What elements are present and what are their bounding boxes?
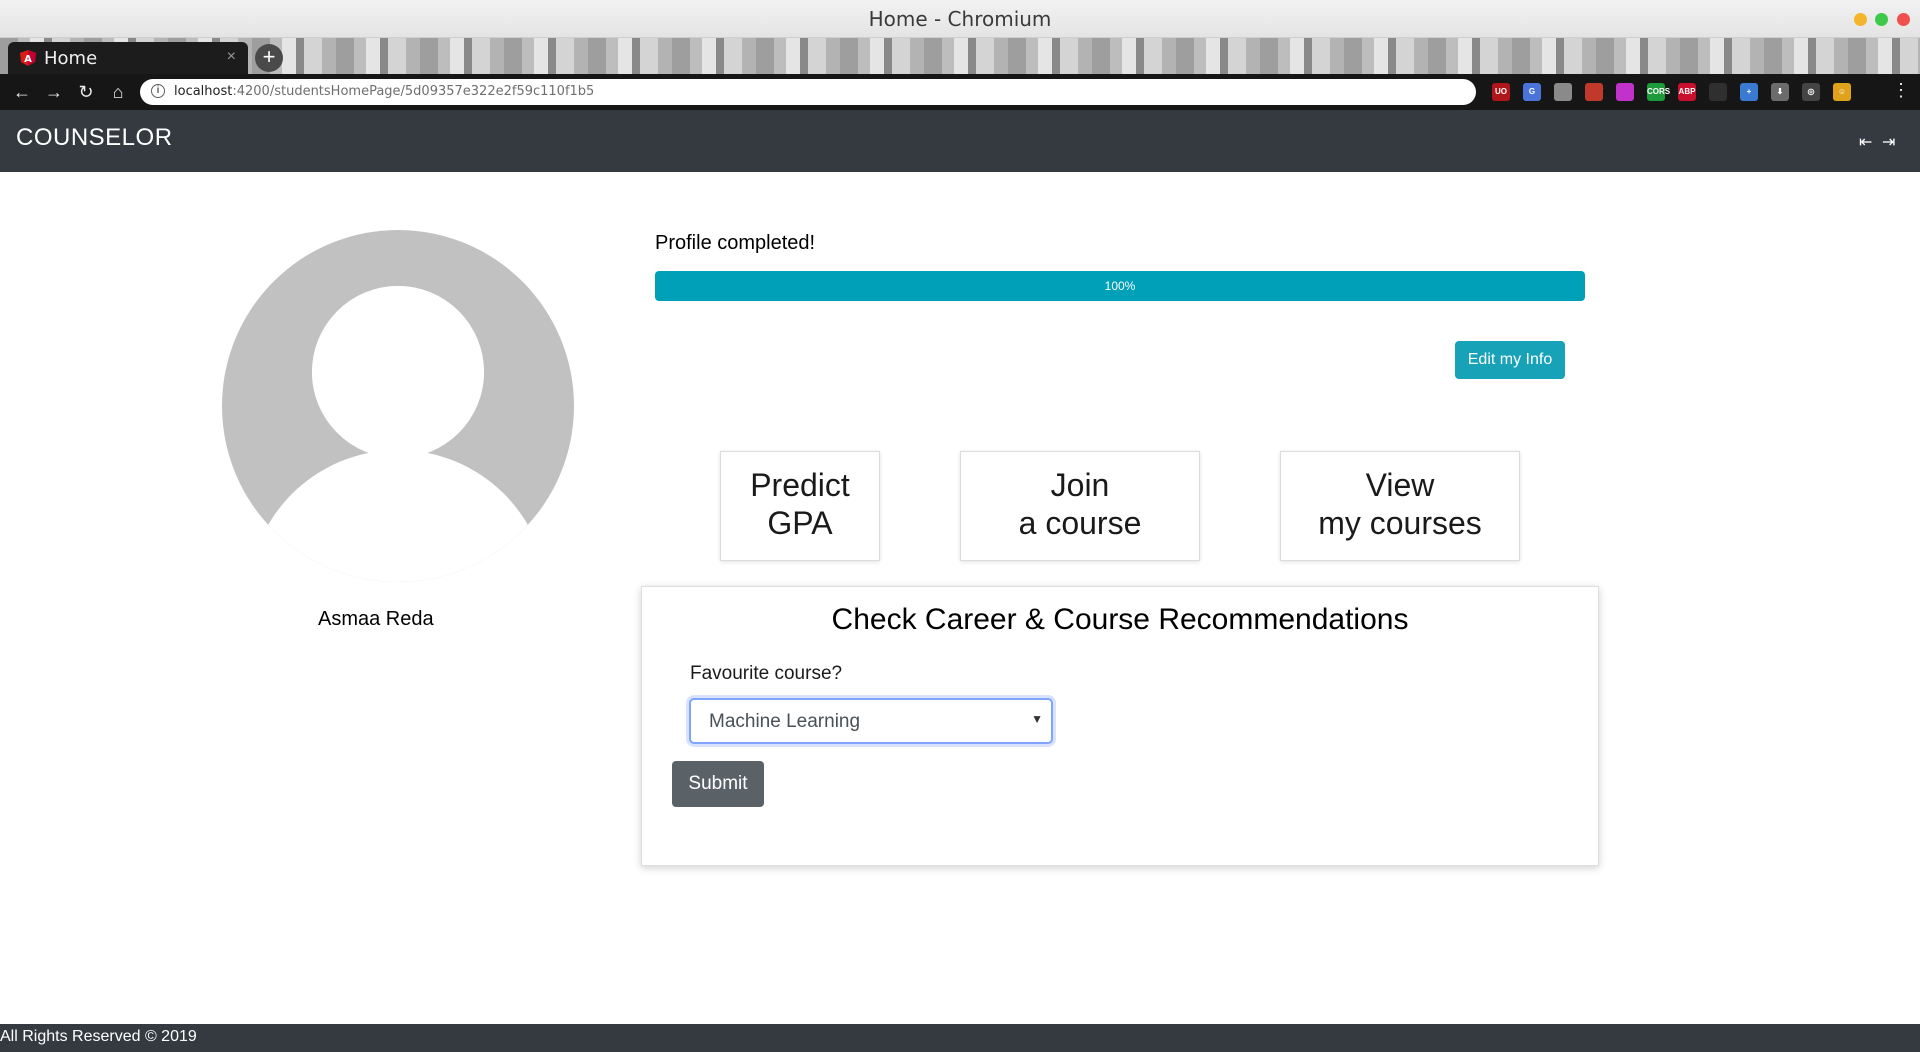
extension-grey-icon[interactable] [1554, 83, 1572, 101]
submit-button[interactable]: Submit [672, 761, 764, 807]
join-course-line2: a course [1018, 505, 1142, 541]
new-tab-button[interactable]: + [255, 44, 283, 72]
student-name: Asmaa Reda [318, 608, 434, 630]
window-close-button[interactable] [1897, 13, 1910, 26]
chevron-down-icon: ▼ [1031, 712, 1043, 726]
home-icon[interactable]: ⌂ [106, 80, 130, 104]
translate-icon[interactable]: G [1523, 83, 1541, 101]
cors-icon[interactable]: CORS [1647, 83, 1670, 101]
profile-progress: 100% [655, 271, 1585, 301]
forward-icon[interactable]: → [42, 80, 66, 104]
back-icon[interactable]: ← [10, 80, 34, 104]
site-info-icon[interactable]: i [151, 84, 165, 98]
reload-icon[interactable]: ↻ [74, 80, 98, 104]
download-icon[interactable]: ⬇ [1771, 83, 1789, 101]
window-maximize-button[interactable] [1875, 13, 1888, 26]
browser-menu-icon[interactable]: ⋮ [1892, 80, 1910, 101]
predict-gpa-line1: Predict [750, 467, 850, 503]
join-course-line1: Join [1050, 467, 1110, 503]
app-navbar: COUNSELOR ⇤ ⇥ [0, 110, 1920, 172]
tab-label: Home [44, 48, 98, 69]
address-bar[interactable]: i localhost:4200/studentsHomePage/5d0935… [140, 79, 1605, 105]
login-icon[interactable]: ⇥ [1882, 132, 1895, 152]
emoji-icon[interactable]: ☺ [1833, 83, 1851, 101]
avatar-placeholder-icon [222, 230, 574, 582]
view-courses-card[interactable]: View my courses [1280, 451, 1520, 561]
svg-text:A: A [24, 54, 32, 65]
profile-progress-label: Profile completed! [655, 232, 816, 254]
favourite-course-select[interactable]: Machine Learning ▼ [689, 698, 1053, 744]
window-title: Home - Chromium [868, 7, 1052, 31]
recommendations-panel: Check Career & Course Recommendations Fa… [641, 586, 1599, 866]
face-icon[interactable] [1616, 83, 1634, 101]
footer-copyright: All Rights Reserved © 2019 [0, 1028, 197, 1045]
browser-toolbar: ← → ↻ ⌂ i localhost:4200/studentsHomePag… [0, 74, 1920, 110]
browser-tab-home[interactable]: A Home × [8, 42, 248, 74]
tab-close-icon[interactable]: × [227, 48, 236, 66]
profile-progress-bar: 100% [655, 271, 1585, 301]
predict-gpa-line2: GPA [767, 505, 833, 541]
page-footer: All Rights Reserved © 2019 [0, 1024, 1920, 1052]
edit-info-button[interactable]: Edit my Info [1455, 341, 1565, 379]
window-titlebar: Home - Chromium [0, 0, 1920, 38]
brand-logo[interactable]: COUNSELOR [16, 124, 173, 152]
view-courses-line2: my courses [1318, 505, 1482, 541]
ublock-icon[interactable]: UO [1492, 83, 1510, 101]
pen-icon[interactable] [1585, 83, 1603, 101]
address-url[interactable]: localhost:4200/studentsHomePage/5d09357e… [174, 84, 594, 99]
logout-icon[interactable]: ⇤ [1859, 132, 1872, 152]
plus-blue-icon[interactable]: + [1740, 83, 1758, 101]
abp-icon[interactable]: ABP [1678, 83, 1696, 101]
window-minimize-button[interactable] [1854, 13, 1867, 26]
angular-icon: A [20, 50, 36, 66]
leaf-icon[interactable] [1709, 83, 1727, 101]
recommendations-title: Check Career & Course Recommendations [831, 603, 1409, 636]
tab-strip: A Home × + [0, 38, 1920, 74]
favourite-course-label: Favourite course? [690, 663, 843, 684]
join-course-card[interactable]: Join a course [960, 451, 1200, 561]
selected-course-value: Machine Learning [709, 711, 861, 732]
predict-gpa-card[interactable]: Predict GPA [720, 451, 880, 561]
chrome-icon[interactable]: ◎ [1802, 83, 1820, 101]
view-courses-line1: View [1365, 467, 1435, 503]
